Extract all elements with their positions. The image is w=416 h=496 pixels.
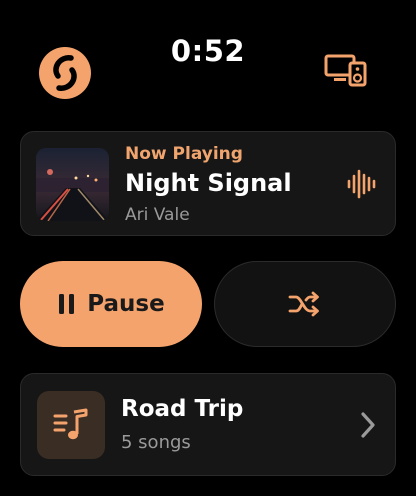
album-art-image <box>36 148 109 221</box>
playlist-card[interactable]: Road Trip 5 songs <box>20 373 396 476</box>
playlist-title: Road Trip <box>121 396 244 422</box>
pause-button[interactable]: Pause <box>20 261 202 347</box>
devices-speaker-icon[interactable] <box>324 52 368 88</box>
playlist-song-count: 5 songs <box>121 432 191 453</box>
audio-wave-icon <box>347 169 376 199</box>
track-title: Night Signal <box>125 169 292 197</box>
now-playing-label: Now Playing <box>125 144 243 164</box>
pause-icon <box>59 294 75 314</box>
artist-name: Ari Vale <box>125 205 190 225</box>
shuffle-button[interactable] <box>214 261 396 347</box>
playlist-icon-tile <box>37 391 105 459</box>
shuffle-icon <box>288 291 319 317</box>
chevron-right-icon <box>361 412 375 438</box>
now-playing-card[interactable]: Now Playing Night Signal Ari Vale <box>20 131 396 236</box>
pause-label: Pause <box>87 291 165 317</box>
playlist-music-icon <box>53 408 88 440</box>
